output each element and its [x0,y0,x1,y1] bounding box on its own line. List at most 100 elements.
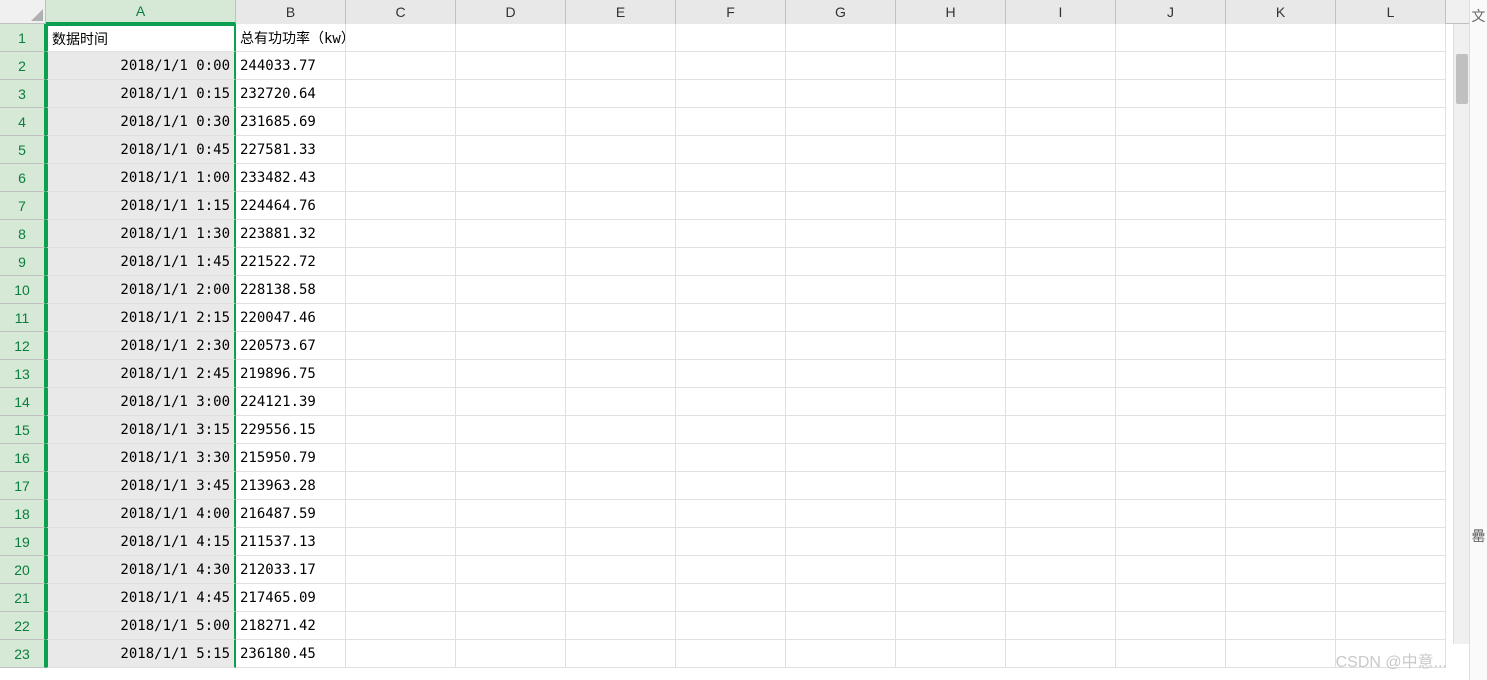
cell-D1[interactable] [456,24,566,52]
cell-C17[interactable] [346,472,456,500]
cell-I23[interactable] [1006,640,1116,668]
cell-C7[interactable] [346,192,456,220]
cell-F1[interactable] [676,24,786,52]
cell-E18[interactable] [566,500,676,528]
cell-J13[interactable] [1116,360,1226,388]
cell-G16[interactable] [786,444,896,472]
cell-J23[interactable] [1116,640,1226,668]
cell-C10[interactable] [346,276,456,304]
cell-D19[interactable] [456,528,566,556]
row-header-9[interactable]: 9 [0,248,46,276]
cell-C21[interactable] [346,584,456,612]
cell-H16[interactable] [896,444,1006,472]
cell-J4[interactable] [1116,108,1226,136]
cell-G14[interactable] [786,388,896,416]
cell-B19[interactable]: 211537.13 [236,528,346,556]
cell-F3[interactable] [676,80,786,108]
row-header-7[interactable]: 7 [0,192,46,220]
cell-K12[interactable] [1226,332,1336,360]
cell-B9[interactable]: 221522.72 [236,248,346,276]
cell-H23[interactable] [896,640,1006,668]
cell-B2[interactable]: 244033.77 [236,52,346,80]
cell-G20[interactable] [786,556,896,584]
cell-G12[interactable] [786,332,896,360]
cell-I2[interactable] [1006,52,1116,80]
column-header-I[interactable]: I [1006,0,1116,24]
row-header-4[interactable]: 4 [0,108,46,136]
cell-D5[interactable] [456,136,566,164]
cell-H17[interactable] [896,472,1006,500]
cell-H8[interactable] [896,220,1006,248]
cell-D16[interactable] [456,444,566,472]
cell-J11[interactable] [1116,304,1226,332]
cell-G2[interactable] [786,52,896,80]
cell-K18[interactable] [1226,500,1336,528]
cell-A20[interactable]: 2018/1/1 4:30 [46,556,236,584]
cell-D18[interactable] [456,500,566,528]
cell-F7[interactable] [676,192,786,220]
side-label-top[interactable]: 文 [1472,6,1486,26]
select-all-corner[interactable] [0,0,46,24]
cell-E13[interactable] [566,360,676,388]
cell-I16[interactable] [1006,444,1116,472]
cell-D17[interactable] [456,472,566,500]
column-header-B[interactable]: B [236,0,346,24]
cell-H4[interactable] [896,108,1006,136]
cell-K19[interactable] [1226,528,1336,556]
cell-D14[interactable] [456,388,566,416]
cell-L18[interactable] [1336,500,1446,528]
cell-I3[interactable] [1006,80,1116,108]
row-header-17[interactable]: 17 [0,472,46,500]
grid-rows[interactable]: 1数据时间总有功功率（kw）22018/1/1 0:00244033.77320… [0,24,1487,680]
cell-E16[interactable] [566,444,676,472]
cell-E5[interactable] [566,136,676,164]
cell-D10[interactable] [456,276,566,304]
cell-K6[interactable] [1226,164,1336,192]
cell-A12[interactable]: 2018/1/1 2:30 [46,332,236,360]
cell-I17[interactable] [1006,472,1116,500]
cell-C2[interactable] [346,52,456,80]
cell-L14[interactable] [1336,388,1446,416]
cell-E2[interactable] [566,52,676,80]
cell-B18[interactable]: 216487.59 [236,500,346,528]
cell-H1[interactable] [896,24,1006,52]
cell-C14[interactable] [346,388,456,416]
cell-A16[interactable]: 2018/1/1 3:30 [46,444,236,472]
cell-E10[interactable] [566,276,676,304]
cell-F11[interactable] [676,304,786,332]
cell-C18[interactable] [346,500,456,528]
cell-A10[interactable]: 2018/1/1 2:00 [46,276,236,304]
cell-J6[interactable] [1116,164,1226,192]
cell-A1[interactable]: 数据时间 [46,24,236,52]
cell-I20[interactable] [1006,556,1116,584]
cell-I14[interactable] [1006,388,1116,416]
cell-H21[interactable] [896,584,1006,612]
cell-F19[interactable] [676,528,786,556]
cell-L19[interactable] [1336,528,1446,556]
cell-H14[interactable] [896,388,1006,416]
cell-E7[interactable] [566,192,676,220]
cell-J22[interactable] [1116,612,1226,640]
cell-I7[interactable] [1006,192,1116,220]
cell-F4[interactable] [676,108,786,136]
cell-H22[interactable] [896,612,1006,640]
cell-I15[interactable] [1006,416,1116,444]
cell-H12[interactable] [896,332,1006,360]
cell-A23[interactable]: 2018/1/1 5:15 [46,640,236,668]
cell-J21[interactable] [1116,584,1226,612]
cell-G9[interactable] [786,248,896,276]
cell-L13[interactable] [1336,360,1446,388]
cell-J1[interactable] [1116,24,1226,52]
cell-L23[interactable] [1336,640,1446,668]
column-header-E[interactable]: E [566,0,676,24]
cell-L21[interactable] [1336,584,1446,612]
cell-I18[interactable] [1006,500,1116,528]
cell-H7[interactable] [896,192,1006,220]
cell-A3[interactable]: 2018/1/1 0:15 [46,80,236,108]
cell-F22[interactable] [676,612,786,640]
cell-H15[interactable] [896,416,1006,444]
row-header-19[interactable]: 19 [0,528,46,556]
cell-L17[interactable] [1336,472,1446,500]
cell-I8[interactable] [1006,220,1116,248]
cell-F13[interactable] [676,360,786,388]
